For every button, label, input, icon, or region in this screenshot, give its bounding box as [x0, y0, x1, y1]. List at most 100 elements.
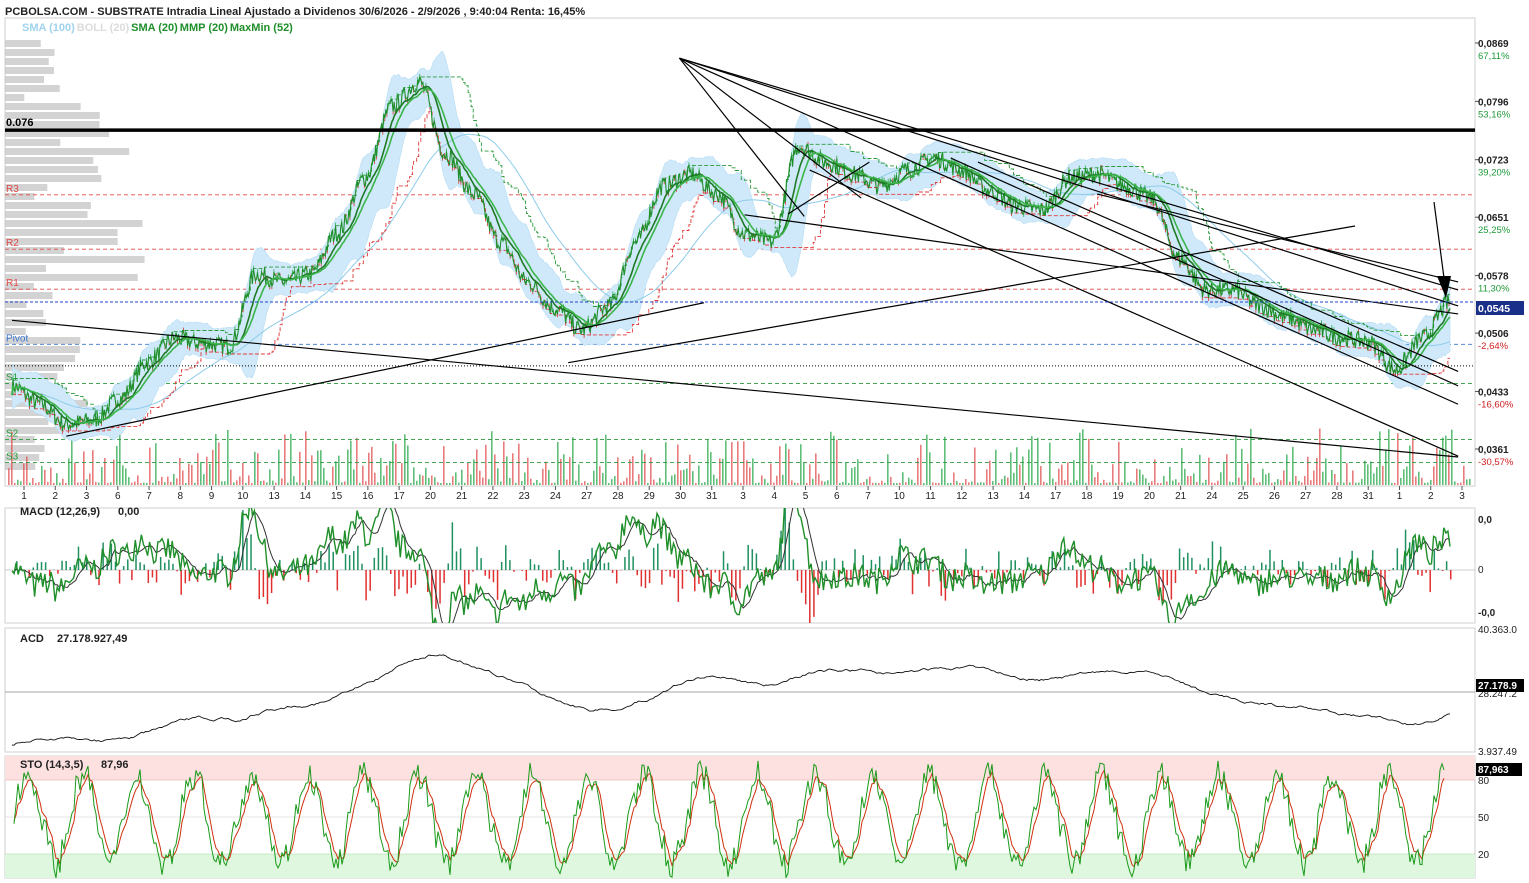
volume-bar	[59, 482, 61, 485]
macd-hist-bar	[1018, 568, 1021, 570]
volume-bar	[512, 453, 514, 485]
macd-hist-bar	[739, 570, 741, 589]
volume-bar	[368, 452, 370, 485]
volume-bar	[1103, 479, 1105, 485]
volume-profile-bar	[5, 175, 102, 182]
volume-bar	[731, 442, 733, 485]
volume-bar	[404, 434, 406, 485]
macd-hist-bar	[394, 570, 396, 597]
volume-bar	[1163, 475, 1165, 485]
volume-bar	[905, 482, 907, 485]
macd-hist-bar	[1339, 557, 1341, 570]
volume-bar	[101, 466, 103, 485]
macd-hist-bar	[1129, 561, 1132, 570]
volume-bar	[1253, 477, 1255, 485]
volume-bar	[713, 474, 715, 485]
volume-bar	[1052, 478, 1054, 485]
macd-hist-bar	[800, 570, 803, 593]
volume-bar	[317, 450, 319, 485]
macd-hist-bar	[496, 570, 499, 600]
macd-hist-bar	[525, 570, 528, 581]
volume-bar	[881, 480, 883, 485]
macd-hist-bar	[439, 570, 441, 604]
volume-bar	[797, 482, 799, 485]
volume-bar	[965, 479, 967, 485]
macd-hist-bar	[722, 551, 725, 570]
volume-bar	[668, 482, 670, 485]
macd-hist-bar	[554, 568, 556, 570]
volume-bar	[968, 482, 970, 485]
volume-bar	[971, 481, 973, 485]
volume-bar	[287, 482, 289, 485]
date-tick-label: 26	[1269, 491, 1281, 502]
volume-bar	[1133, 482, 1135, 485]
macd-hist-bar	[250, 534, 252, 570]
volume-bar	[365, 481, 367, 485]
volume-bar	[1289, 481, 1291, 485]
volume-bar	[671, 475, 673, 485]
macd-hist-bar	[1273, 561, 1275, 570]
volume-bar	[1043, 481, 1045, 485]
macd-hist-bar	[714, 570, 717, 573]
macd-hist-bar	[624, 557, 626, 570]
volume-bar	[1415, 476, 1417, 485]
volume-bar	[1037, 437, 1039, 485]
volume-bar	[1364, 460, 1366, 485]
volume-bar	[1334, 473, 1336, 485]
volume-bar	[1082, 429, 1084, 485]
volume-bar	[104, 457, 106, 485]
macd-hist-bar	[118, 570, 121, 584]
volume-bar	[1457, 482, 1459, 485]
macd-tick-bottom: -0,0	[1478, 608, 1496, 619]
volume-bar	[539, 482, 541, 485]
volume-bar	[83, 451, 85, 485]
volume-profile-bar	[5, 157, 94, 164]
volume-bar	[662, 482, 664, 485]
volume-bar	[1412, 437, 1414, 485]
macd-hist-bar	[402, 570, 404, 577]
volume-bar	[680, 470, 682, 485]
macd-hist-bar	[476, 546, 478, 570]
volume-bar	[608, 482, 610, 485]
volume-bar	[170, 481, 172, 485]
volume-bar	[1409, 445, 1411, 485]
volume-bar	[695, 482, 697, 485]
volume-bar	[434, 477, 436, 485]
volume-bar	[1358, 482, 1360, 485]
macd-hist-bar	[665, 570, 667, 572]
volume-bar	[419, 474, 421, 485]
volume-bar	[47, 481, 49, 485]
volume-bar	[236, 480, 238, 485]
macd-hist-bar	[254, 568, 256, 570]
volume-profile-bar	[5, 418, 49, 425]
volume-bar	[221, 481, 223, 485]
date-tick-label: 20	[1144, 491, 1156, 502]
date-tick-label: 2	[52, 491, 58, 502]
macd-hist-bar	[809, 570, 811, 623]
macd-hist-bar	[418, 563, 421, 570]
volume-bar	[410, 482, 412, 485]
macd-hist-bar	[784, 508, 786, 570]
volume-bar	[326, 480, 328, 485]
volume-bar	[1244, 481, 1246, 485]
sto-value: 87,96	[101, 759, 129, 771]
date-tick-label: 1	[21, 491, 27, 502]
macd-hist-bar	[69, 567, 72, 570]
date-tick-label: 20	[425, 491, 437, 502]
volume-bar	[959, 482, 961, 485]
macd-hist-bar	[636, 570, 639, 576]
volume-bar	[1019, 464, 1021, 485]
volume-bar	[1349, 482, 1351, 485]
volume-bar	[1199, 454, 1201, 485]
volume-bar	[1277, 479, 1279, 485]
sma-20-line	[11, 87, 1451, 425]
macd-hist-bar	[102, 542, 104, 570]
date-tick-label: 3	[740, 491, 746, 502]
date-tick-label: 28	[1331, 491, 1343, 502]
macd-hist-bar	[447, 563, 450, 570]
date-tick-label: 22	[487, 491, 499, 502]
volume-bar	[1445, 435, 1447, 485]
volume-bar	[521, 481, 523, 485]
level-label-r1: R1	[6, 278, 19, 289]
volume-bar	[1397, 433, 1399, 485]
